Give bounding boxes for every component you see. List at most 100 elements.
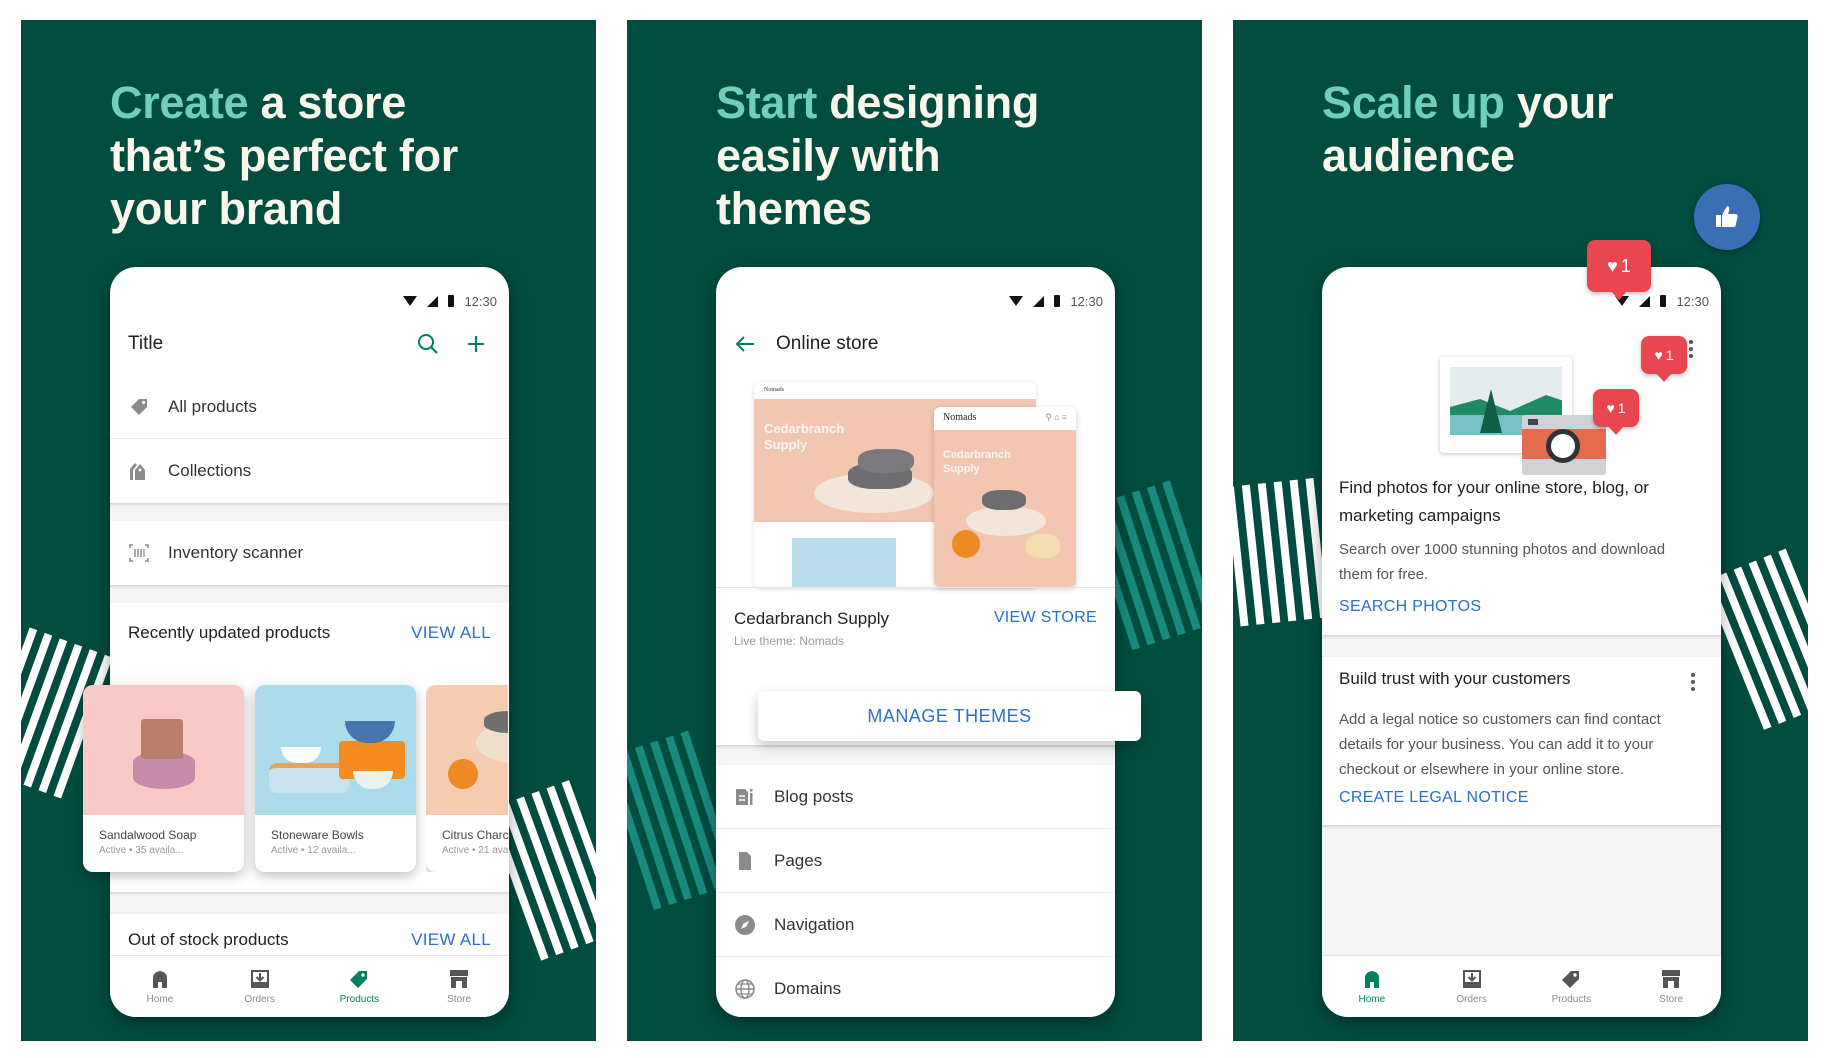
card-body: Add a legal notice so customers can find… [1339,711,1661,778]
home-icon [152,971,167,988]
product-image-soap [83,685,244,815]
card-title: Build trust with your customers [1339,669,1571,688]
product-card[interactable]: Sandalwood Soap Active • 35 availa... [83,685,244,872]
app-bar: Online store [716,329,1115,359]
section-divider [110,503,509,521]
page-title: Title [128,333,164,354]
recently-updated-header: Recently updated products VIEW ALL [128,623,491,643]
home-icon [1364,971,1379,988]
product-image-bowls [255,685,416,815]
phone-screen-online-store: 12:30 Online store Nomads Cedarbranch Sup… [716,267,1115,1017]
compass-icon [734,914,756,936]
like-badge: ♥ 1 [1641,336,1687,382]
heart-icon: ♥ [1654,347,1663,363]
signal-icon [1639,295,1651,307]
heart-icon: ♥ [1607,255,1618,276]
orders-icon [250,970,269,988]
signal-icon [427,295,439,307]
tag-icon [1562,971,1580,988]
search-icon[interactable] [413,329,443,359]
search-photos-link[interactable]: SEARCH PHOTOS [1339,598,1481,616]
section-divider [110,892,509,914]
status-bar: 12:30 [1009,293,1103,309]
photo-illustration [1440,357,1610,487]
tag-icon [128,396,150,418]
theme-preview[interactable]: Nomads Cedarbranch Supply Nomads ⚲ ⌂ ≡ Ced… [716,367,1115,588]
headline: Start designing easily with themes [716,77,1040,234]
heart-icon: ♥ [1606,400,1615,416]
signal-icon [1033,295,1045,307]
menu-item-navigation[interactable]: Navigation [716,893,1115,957]
menu-item-all-products[interactable]: All products [110,375,509,439]
card-body: Search over 1000 stunning photos and dow… [1339,541,1666,583]
tab-orders[interactable]: Orders [210,956,310,1017]
headline-accent: Scale up [1322,77,1505,128]
status-time: 12:30 [464,293,497,309]
store-icon [1662,970,1681,988]
headline-accent: Start [716,77,818,128]
view-all-out-of-stock-link[interactable]: VIEW ALL [411,930,491,950]
product-card[interactable]: Stoneware Bowls Active • 12 availa... [255,685,416,872]
page-title: Online store [776,333,879,354]
section-divider [110,585,509,603]
mobile-preview: Nomads ⚲ ⌂ ≡ Cedarbranch Supply [934,407,1076,587]
promo-panel-themes: Start designing easily with themes 12:30… [627,20,1202,1041]
section-title: Recently updated products [128,623,331,642]
more-options-icon[interactable] [1689,340,1693,361]
plus-icon[interactable] [461,329,491,359]
status-bar: 12:30 [1615,293,1709,309]
tab-store[interactable]: Store [1621,956,1721,1017]
orders-icon [1462,970,1481,988]
like-badge: ♥ 1 [1593,389,1639,435]
menu-item-blog-posts[interactable]: Blog posts [716,765,1115,829]
promo-panel-create-store: Create a store that’s perfect for your b… [21,20,596,1041]
battery-icon [448,295,455,307]
more-options-icon[interactable] [1691,673,1695,694]
section-divider [1322,825,1721,955]
product-card[interactable]: Citrus Charcoal Active • 21 availa... [426,685,508,872]
like-badge: ♥ 1 [1587,240,1651,300]
store-name: Cedarbranch Supply [734,609,889,628]
tab-products[interactable]: Products [1522,956,1622,1017]
view-all-recent-link[interactable]: VIEW ALL [411,623,491,643]
headline-accent: Create [110,77,249,128]
promo-panel-audience: Scale up your audience 12:30 Find photos… [1233,20,1808,1041]
tag-icon [350,971,368,988]
phone-screen-products: 12:30 Title All products Collections Inv… [110,267,509,1017]
status-time: 12:30 [1070,293,1103,309]
section-divider [1322,635,1721,657]
wifi-icon [403,296,418,306]
headline: Create a store that’s perfect for your b… [110,77,458,234]
menu-item-pages[interactable]: Pages [716,829,1115,893]
out-of-stock-header: Out of stock products VIEW ALL [128,930,491,950]
tab-home[interactable]: Home [1322,956,1422,1017]
menu-item-domains[interactable]: Domains [716,957,1115,1017]
app-bar: Title [110,329,509,359]
arrow-left-icon[interactable] [734,332,758,356]
live-theme-label: Live theme: Nomads [734,634,845,648]
section-title: Out of stock products [128,930,289,949]
bottom-navigation: Home Orders Products Store [110,955,509,1017]
view-store-link[interactable]: VIEW STORE [994,609,1097,627]
status-bar: 12:30 [403,293,497,309]
globe-icon [734,978,756,1000]
menu-item-inventory-scanner[interactable]: Inventory scanner [110,521,509,585]
bottom-navigation: Home Orders Products Store [1322,955,1721,1017]
tab-store[interactable]: Store [409,956,509,1017]
wifi-icon [1009,296,1024,306]
battery-icon [1054,295,1061,307]
menu-item-collections[interactable]: Collections [110,439,509,503]
battery-icon [1660,295,1667,307]
create-legal-notice-link[interactable]: CREATE LEGAL NOTICE [1339,789,1529,807]
barcode-scanner-icon [128,542,150,564]
section-divider [716,745,1115,765]
product-card-clip: Citrus Charcoal Active • 21 availa... [426,685,508,872]
tab-products[interactable]: Products [310,956,410,1017]
tab-home[interactable]: Home [110,956,210,1017]
manage-themes-button[interactable]: MANAGE THEMES [758,691,1141,741]
product-image-citrus [426,685,508,815]
tab-orders[interactable]: Orders [1422,956,1522,1017]
store-icon [450,970,469,988]
card-title: Find photos for your online store, blog,… [1339,478,1649,525]
decorative-stripes-left [1233,477,1336,627]
